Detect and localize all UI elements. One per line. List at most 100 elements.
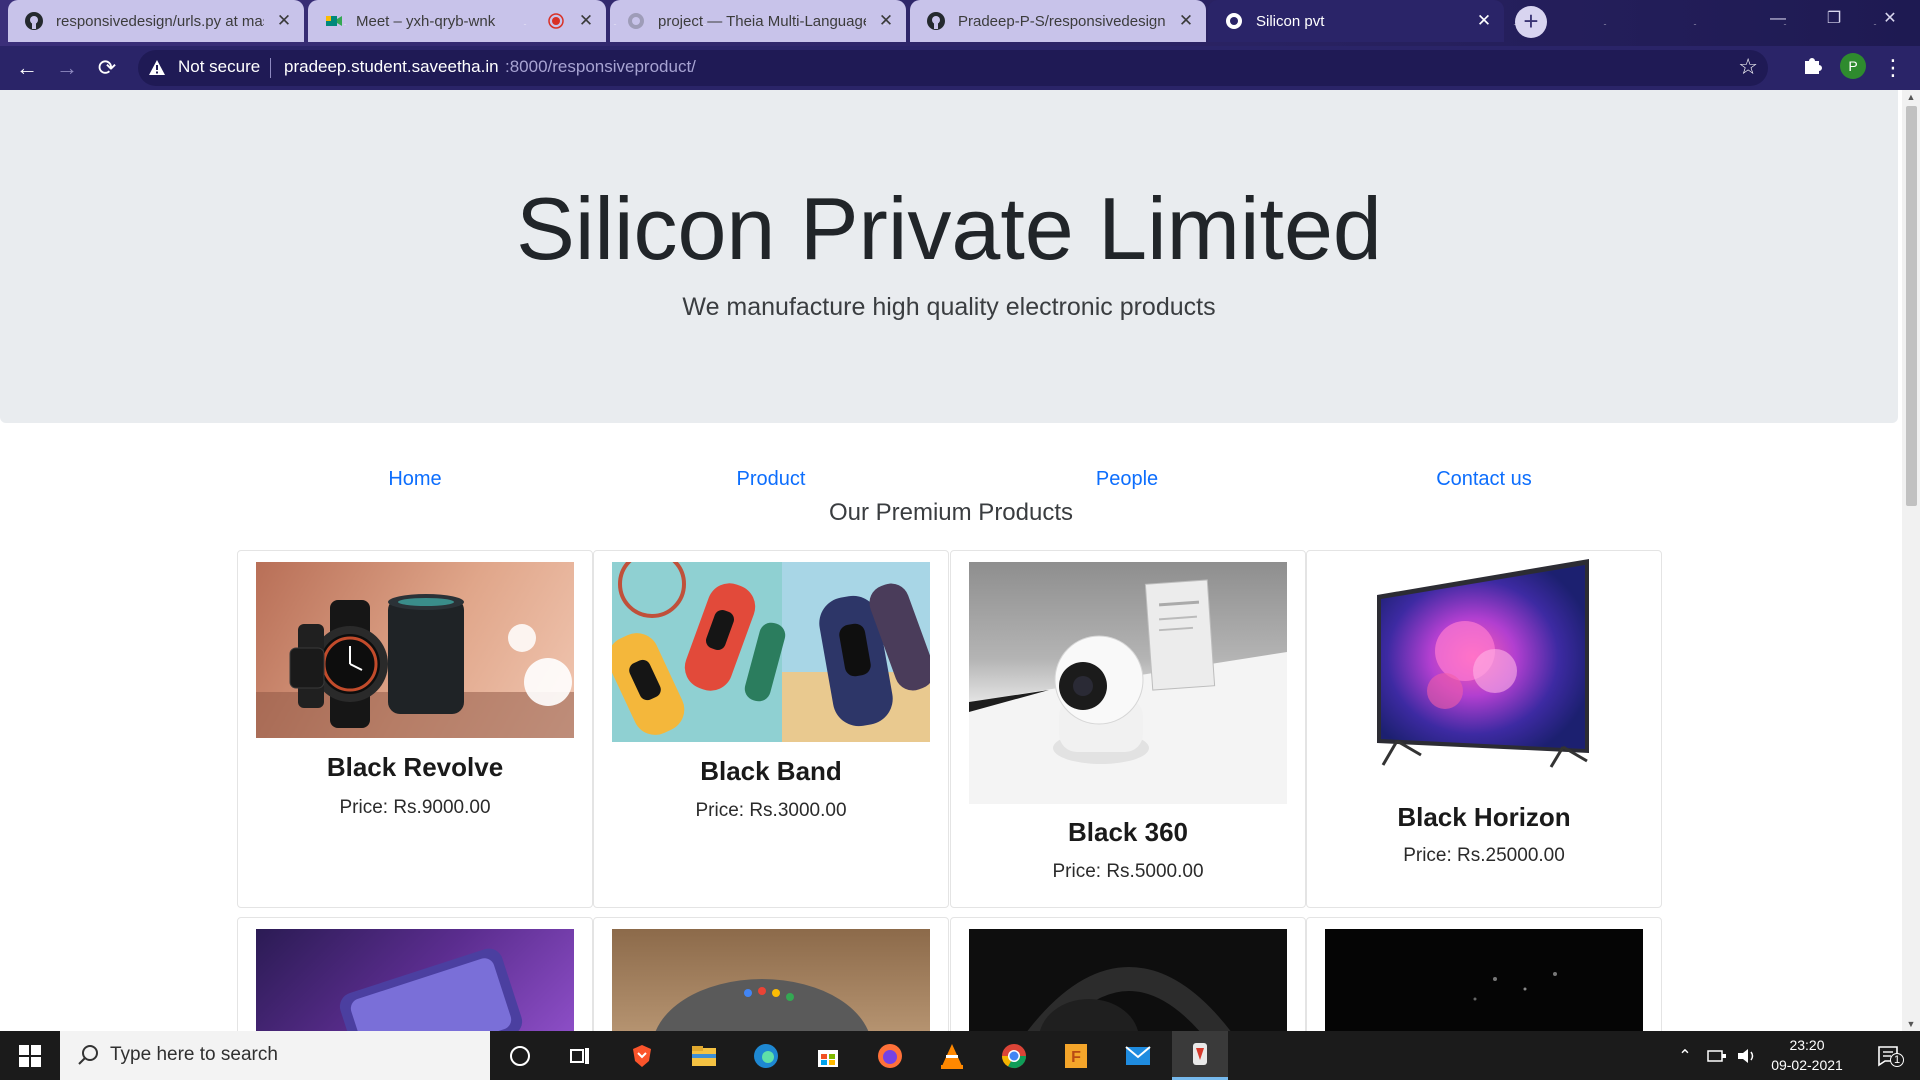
notification-count-badge: 1: [1890, 1053, 1904, 1067]
page-subtitle: We manufacture high quality electronic p…: [682, 293, 1216, 321]
product-price: Price: Rs.5000.00: [1052, 861, 1204, 882]
product-card[interactable]: [1306, 917, 1662, 1031]
menu-kebab-icon[interactable]: ⋮: [1879, 54, 1907, 82]
product-image-television[interactable]: [1325, 551, 1643, 781]
product-image-smartwatch[interactable]: [256, 562, 574, 738]
search-placeholder: Type here to search: [110, 1044, 278, 1065]
clock-time: 23:20: [1789, 1037, 1825, 1053]
close-window-button[interactable]: ✕: [1862, 0, 1918, 38]
taskbar-search-box[interactable]: Type here to search: [60, 1031, 490, 1080]
product-card[interactable]: [237, 917, 593, 1031]
profile-avatar[interactable]: P: [1840, 53, 1866, 79]
cortana-icon[interactable]: [492, 1031, 548, 1080]
nav-link-home[interactable]: Home: [315, 468, 515, 491]
section-title: Our Premium Products: [828, 499, 1074, 526]
forward-arrow-icon[interactable]: →: [53, 54, 81, 82]
foxit-icon[interactable]: F: [1048, 1031, 1104, 1080]
nav-link-contact-us[interactable]: Contact us: [1384, 468, 1584, 491]
tab-close-icon[interactable]: ✕: [1476, 11, 1492, 31]
system-clock[interactable]: 23:20 09-02-2021: [1762, 1035, 1852, 1075]
product-name: Black Band: [700, 756, 842, 786]
product-image-fitness-band[interactable]: [612, 562, 930, 742]
globe-icon: [1224, 11, 1244, 31]
windows-start-icon[interactable]: [0, 1031, 60, 1080]
edge-icon[interactable]: [738, 1031, 794, 1080]
vlc-icon[interactable]: [924, 1031, 980, 1080]
restore-button[interactable]: ❐: [1806, 0, 1862, 38]
back-arrow-icon[interactable]: ←: [13, 54, 41, 82]
warning-triangle-icon: [148, 59, 166, 82]
security-label[interactable]: Not secure: [178, 57, 260, 77]
product-name: Black Horizon: [1397, 802, 1571, 832]
scroll-down-arrow-icon[interactable]: ▼: [1902, 1017, 1920, 1031]
extensions-puzzle-icon[interactable]: [1798, 54, 1826, 82]
notification-center-icon[interactable]: 1: [1866, 1031, 1910, 1080]
recording-icon: [546, 11, 566, 31]
address-bar[interactable]: Not secure pradeep.student.saveetha.in :…: [138, 50, 1768, 86]
tab-title: Silicon pvt: [1256, 12, 1325, 30]
google-meet-icon: [324, 11, 344, 31]
product-price: Price: Rs.3000.00: [695, 800, 847, 821]
product-card[interactable]: [593, 917, 949, 1031]
bookmark-star-icon[interactable]: ☆: [1738, 54, 1758, 80]
brave-icon[interactable]: [614, 1031, 670, 1080]
url-path: :8000/responsiveproduct/: [505, 57, 696, 76]
svg-text:F: F: [1071, 1049, 1081, 1066]
github-icon: [926, 11, 946, 31]
tab-responsivedesign-urls[interactable]: responsivedesign/urls.py at mast ✕: [8, 0, 304, 42]
product-card[interactable]: [950, 917, 1306, 1031]
network-icon[interactable]: [1702, 1031, 1732, 1080]
product-image-device[interactable]: [1325, 929, 1643, 1031]
search-icon: [76, 1043, 100, 1072]
tab-title: Meet – yxh-qryb-wnk: [356, 12, 496, 30]
tab-close-icon[interactable]: ✕: [1178, 11, 1194, 31]
tab-title: Pradeep-P-S/responsivedesign: [958, 12, 1166, 30]
scrollbar-thumb[interactable]: [1906, 106, 1917, 506]
store-icon[interactable]: [800, 1031, 856, 1080]
reload-icon[interactable]: ⟳: [93, 54, 121, 82]
tab-meet[interactable]: Meet – yxh-qryb-wnk ✕: [308, 0, 606, 42]
nav-link-people[interactable]: People: [1027, 468, 1227, 491]
page-scrollbar[interactable]: ▲ ▼: [1902, 90, 1920, 1031]
tab-close-icon[interactable]: ✕: [276, 11, 292, 31]
clock-date: 09-02-2021: [1771, 1057, 1843, 1073]
nav-link-product[interactable]: Product: [671, 468, 871, 491]
mail-icon[interactable]: [1110, 1031, 1166, 1080]
task-view-icon[interactable]: [552, 1031, 608, 1080]
volume-icon[interactable]: [1734, 1031, 1760, 1080]
chrome-icon[interactable]: [986, 1031, 1042, 1080]
hero-jumbotron: Silicon Private Limited We manufacture h…: [0, 90, 1898, 423]
firefox-icon[interactable]: [862, 1031, 918, 1080]
product-image-headphones[interactable]: [969, 929, 1287, 1031]
product-image-smart-speaker[interactable]: [612, 929, 930, 1031]
tab-close-icon[interactable]: ✕: [578, 11, 594, 31]
browser-toolbar: ← → ⟳ Not secure pradeep.student.saveeth…: [0, 46, 1920, 90]
tab-theia-project[interactable]: project — Theia Multi-Language ✕: [610, 0, 906, 42]
page-title: Silicon Private Limited: [516, 179, 1382, 278]
product-price: Price: Rs.25000.00: [1403, 845, 1565, 866]
product-card[interactable]: Black 360 Price: Rs.5000.00: [950, 550, 1306, 908]
tab-silicon-pvt[interactable]: Silicon pvt ✕: [1208, 0, 1504, 42]
product-price: Price: Rs.9000.00: [339, 797, 491, 818]
product-card[interactable]: Black Horizon Price: Rs.25000.00: [1306, 550, 1662, 908]
address-separator: [270, 58, 271, 78]
product-name: Black Revolve: [326, 752, 504, 782]
scroll-up-arrow-icon[interactable]: ▲: [1902, 90, 1920, 104]
product-card[interactable]: Black Band Price: Rs.3000.00: [593, 550, 949, 908]
app-icon[interactable]: [1172, 1031, 1228, 1080]
product-image-360-camera[interactable]: [969, 562, 1287, 804]
show-hidden-icons-chevron-icon[interactable]: ⌃: [1672, 1031, 1698, 1080]
new-tab-button[interactable]: +: [1515, 6, 1547, 38]
minimize-button[interactable]: —: [1750, 0, 1806, 38]
product-name: Black 360: [1068, 817, 1188, 847]
tab-title: responsivedesign/urls.py at mast: [56, 12, 264, 30]
github-icon: [24, 11, 44, 31]
product-image-smartphone[interactable]: [256, 929, 574, 1031]
product-card[interactable]: Black Revolve Price: Rs.9000.00: [237, 550, 593, 908]
tab-close-icon[interactable]: ✕: [878, 11, 894, 31]
file-explorer-icon[interactable]: [676, 1031, 732, 1080]
tab-github-repo[interactable]: Pradeep-P-S/responsivedesign ✕: [910, 0, 1206, 42]
url-host: pradeep.student.saveetha.in: [284, 57, 499, 76]
browser-tab-strip: responsivedesign/urls.py at mast ✕ Meet …: [0, 0, 1920, 46]
tab-title: project — Theia Multi-Language: [658, 12, 866, 30]
